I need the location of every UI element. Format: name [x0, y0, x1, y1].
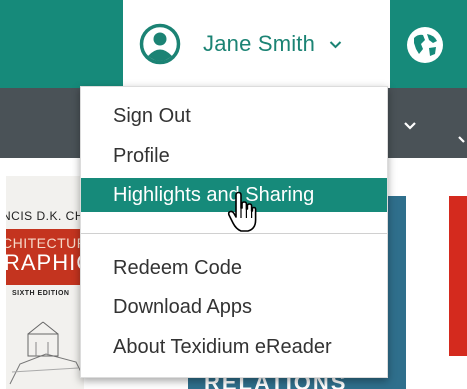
user-avatar-icon	[139, 23, 181, 65]
chevron-down-icon[interactable]	[403, 121, 417, 131]
book-cover-title-line1: CHITECTUR	[6, 235, 84, 251]
book-cover[interactable]	[449, 196, 467, 356]
book-cover-title-line2: RAPHIC	[6, 250, 84, 275]
book-cover-edition: SIXTH EDITION	[12, 290, 70, 297]
user-name-label: Jane Smith	[203, 31, 316, 56]
book-cover[interactable]: NCIS D.K. CH CHITECTUR RAPHIC SIXTH EDIT…	[6, 176, 84, 389]
menu-divider	[81, 233, 387, 234]
book-cover-sketch	[6, 304, 84, 389]
chevron-down-icon[interactable]	[458, 135, 467, 145]
chevron-down-icon	[329, 40, 342, 48]
hand-pointer-cursor-icon	[227, 191, 257, 232]
menu-item-profile[interactable]: Profile	[81, 139, 387, 173]
user-menu-button[interactable]: Jane Smith	[123, 0, 390, 88]
book-cover-author: NCIS D.K. CH	[6, 209, 84, 223]
globe-icon[interactable]	[405, 25, 445, 65]
menu-item-download-apps[interactable]: Download Apps	[81, 290, 387, 324]
top-header-bar: Jane Smith	[0, 0, 467, 88]
menu-item-sign-out[interactable]: Sign Out	[81, 99, 387, 133]
menu-item-redeem-code[interactable]: Redeem Code	[81, 251, 387, 285]
menu-item-about[interactable]: About Texidium eReader	[81, 330, 387, 364]
